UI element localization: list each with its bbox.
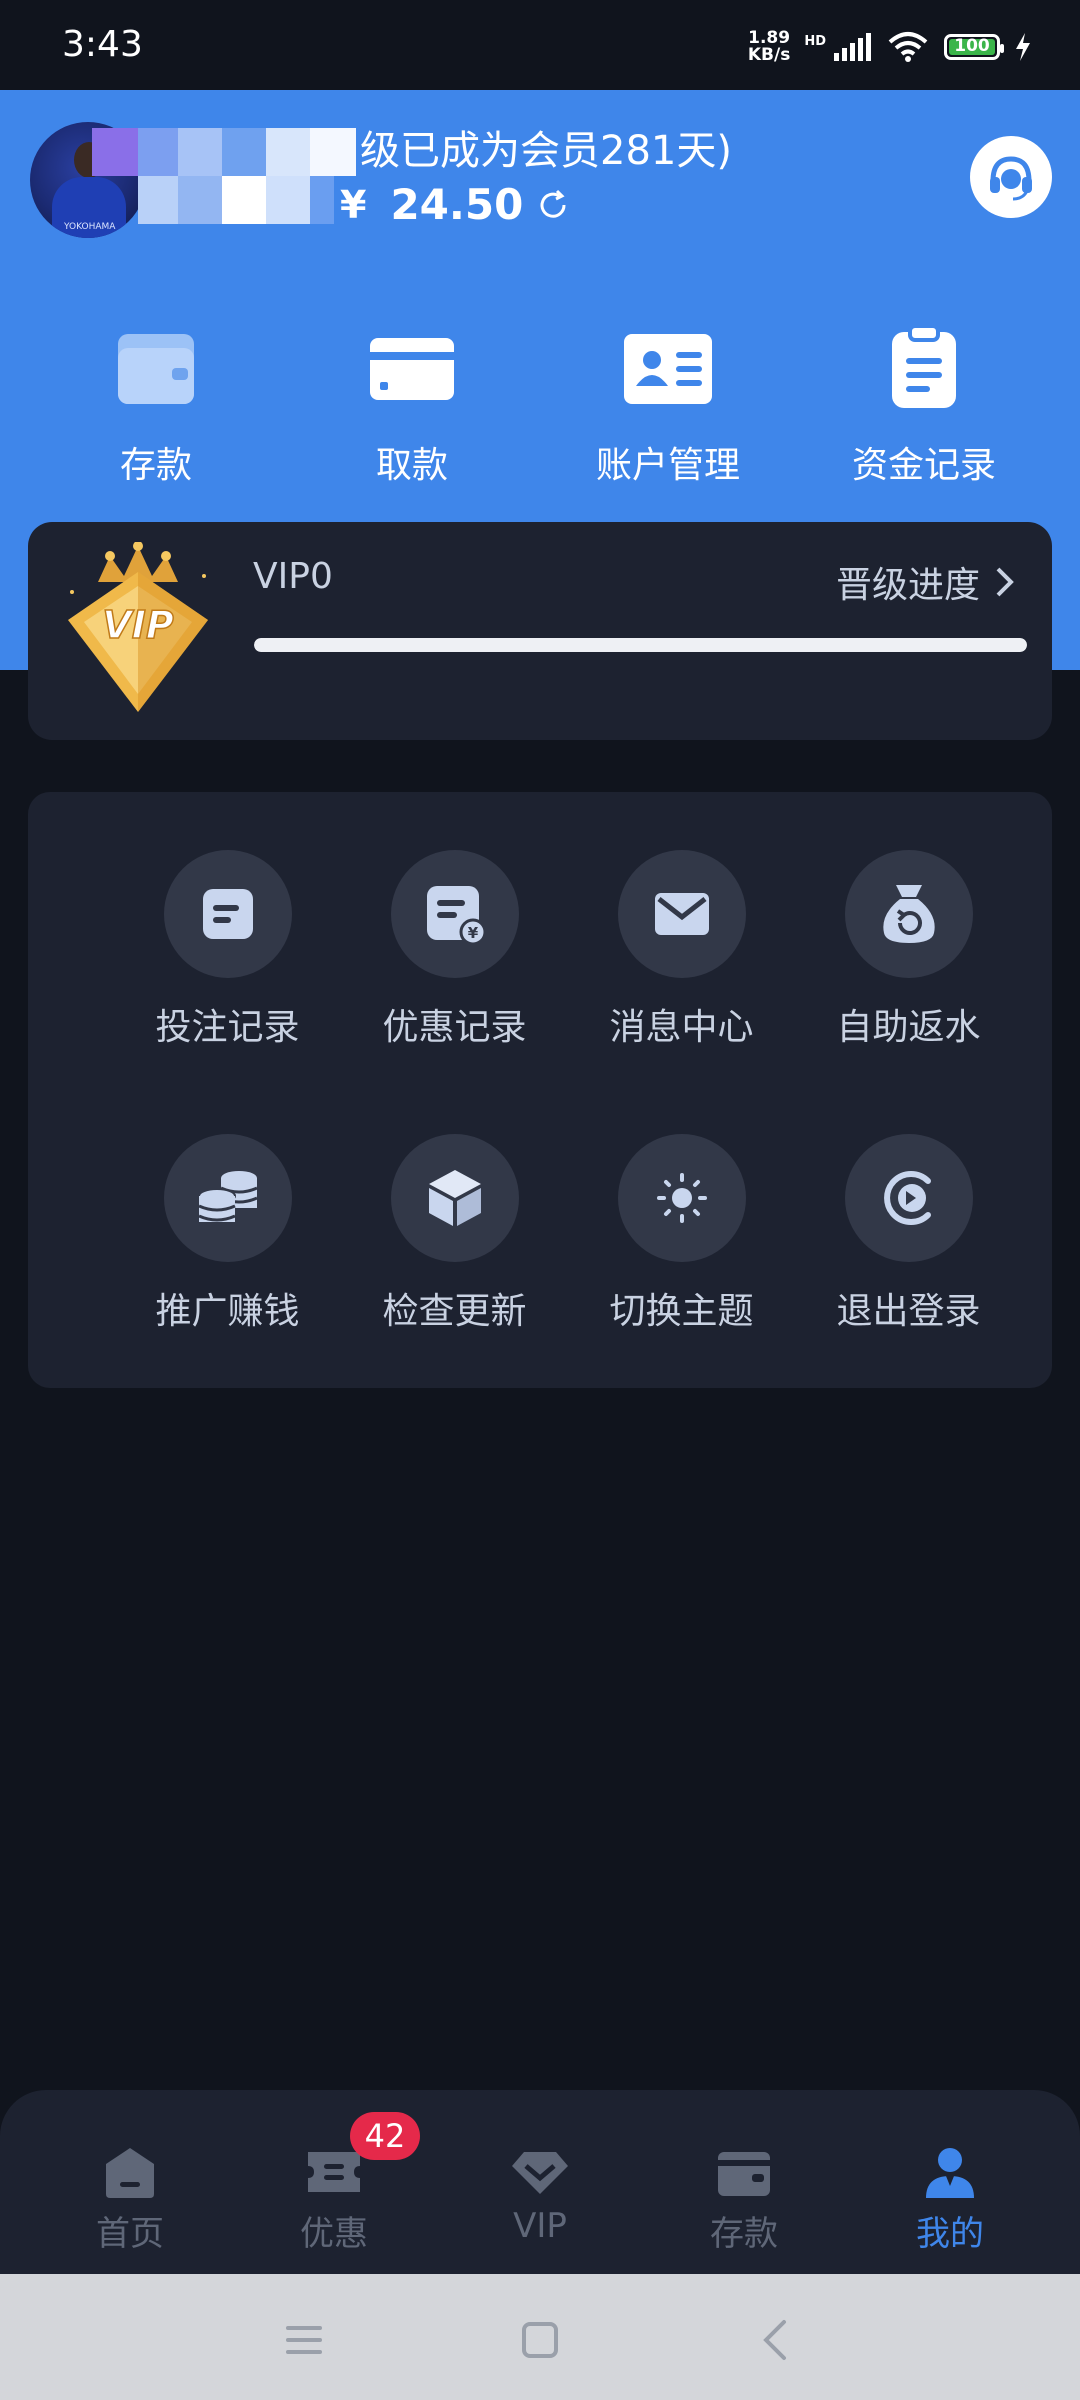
promo-records-button[interactable]: ¥ 优惠记录	[341, 850, 568, 1050]
currency-symbol: ¥	[340, 182, 367, 227]
tab-promotions[interactable]: 优惠 42	[234, 2112, 434, 2255]
net-speed: 1.89 KB/s	[747, 28, 791, 65]
user-icon	[926, 2148, 974, 2198]
refresh-icon[interactable]	[535, 187, 571, 223]
logout-button[interactable]: 退出登录	[795, 1134, 1022, 1334]
home-icon	[106, 2148, 154, 2198]
tab-home[interactable]: 首页	[30, 2142, 230, 2255]
money-bag-icon	[882, 885, 935, 943]
battery-icon: 100	[944, 34, 1004, 60]
chevron-right-icon	[996, 567, 1014, 597]
account-management-button[interactable]: 账户管理	[568, 320, 768, 488]
vip-card[interactable]: VIP VIP0 晋级进度	[28, 522, 1052, 740]
charging-icon	[1016, 33, 1030, 61]
referral-earn-button[interactable]: 推广赚钱	[114, 1134, 341, 1334]
self-rebate-button[interactable]: 自助返水	[795, 850, 1022, 1050]
status-icons: 1.89 KB/s HD 100	[748, 30, 1032, 64]
vip-crown-badge: VIP	[68, 542, 208, 712]
back-icon[interactable]	[746, 2310, 806, 2370]
balance-amount: 24.50	[390, 180, 524, 229]
bet-record-icon	[202, 889, 253, 939]
sun-icon	[656, 1173, 707, 1223]
message-center-button[interactable]: 消息中心	[568, 850, 795, 1050]
wallet-icon	[718, 2152, 770, 2196]
balance-row: ¥ 24.50	[340, 180, 571, 229]
member-status-text: 级已成为会员281天)	[360, 128, 732, 174]
logout-icon	[883, 1171, 931, 1225]
system-nav-bar	[0, 2274, 1080, 2400]
quick-actions: 存款 取款 账户管理 资金记录	[0, 320, 1080, 500]
menu-grid: 投注记录 ¥ 优惠记录 消息中心 自助返水 推广赚钱 检查更新 切换主题 退出登…	[28, 792, 1052, 1388]
status-bar: 3:43 1.89 KB/s HD 100	[0, 0, 1080, 90]
svg-text:VIP: VIP	[102, 603, 174, 647]
headset-icon	[990, 156, 1032, 201]
bottom-tab-bar: 首页 优惠 42 VIP 存款 我的	[0, 2090, 1080, 2274]
tab-vip[interactable]: VIP	[440, 2142, 640, 2246]
mail-icon	[654, 893, 709, 935]
tab-deposit[interactable]: 存款	[644, 2142, 844, 2255]
check-update-button[interactable]: 检查更新	[341, 1134, 568, 1334]
wallet-icon	[118, 334, 194, 404]
switch-theme-button[interactable]: 切换主题	[568, 1134, 795, 1334]
customer-support-button[interactable]	[970, 136, 1052, 218]
coins-icon	[197, 1171, 258, 1222]
tab-mine[interactable]: 我的	[850, 2142, 1050, 2255]
menu-icon[interactable]	[274, 2310, 334, 2370]
clipboard-icon	[892, 324, 956, 408]
wifi-icon	[888, 32, 928, 62]
diamond-icon	[512, 2152, 568, 2194]
promo-record-icon: ¥	[426, 886, 486, 946]
box-icon	[428, 1170, 481, 1226]
id-card-icon	[624, 334, 712, 404]
hd-label: HD	[804, 33, 826, 49]
vip-progress-bar	[254, 638, 1027, 652]
fund-records-button[interactable]: 资金记录	[824, 320, 1024, 488]
vip-progress-label: 晋级进度	[835, 565, 980, 606]
card-icon	[370, 338, 454, 400]
withdraw-button[interactable]: 取款	[312, 320, 512, 488]
status-time: 3:43	[62, 24, 143, 65]
vip-level: VIP0	[253, 556, 333, 597]
home-nav-icon[interactable]	[510, 2310, 570, 2370]
svg-text:¥: ¥	[467, 924, 478, 942]
promotions-badge: 42	[350, 2112, 420, 2160]
deposit-button[interactable]: 存款	[56, 320, 256, 488]
vip-progress-link[interactable]: 晋级进度	[836, 556, 1016, 608]
bet-records-button[interactable]: 投注记录	[114, 850, 341, 1050]
signal-icon	[834, 33, 871, 61]
